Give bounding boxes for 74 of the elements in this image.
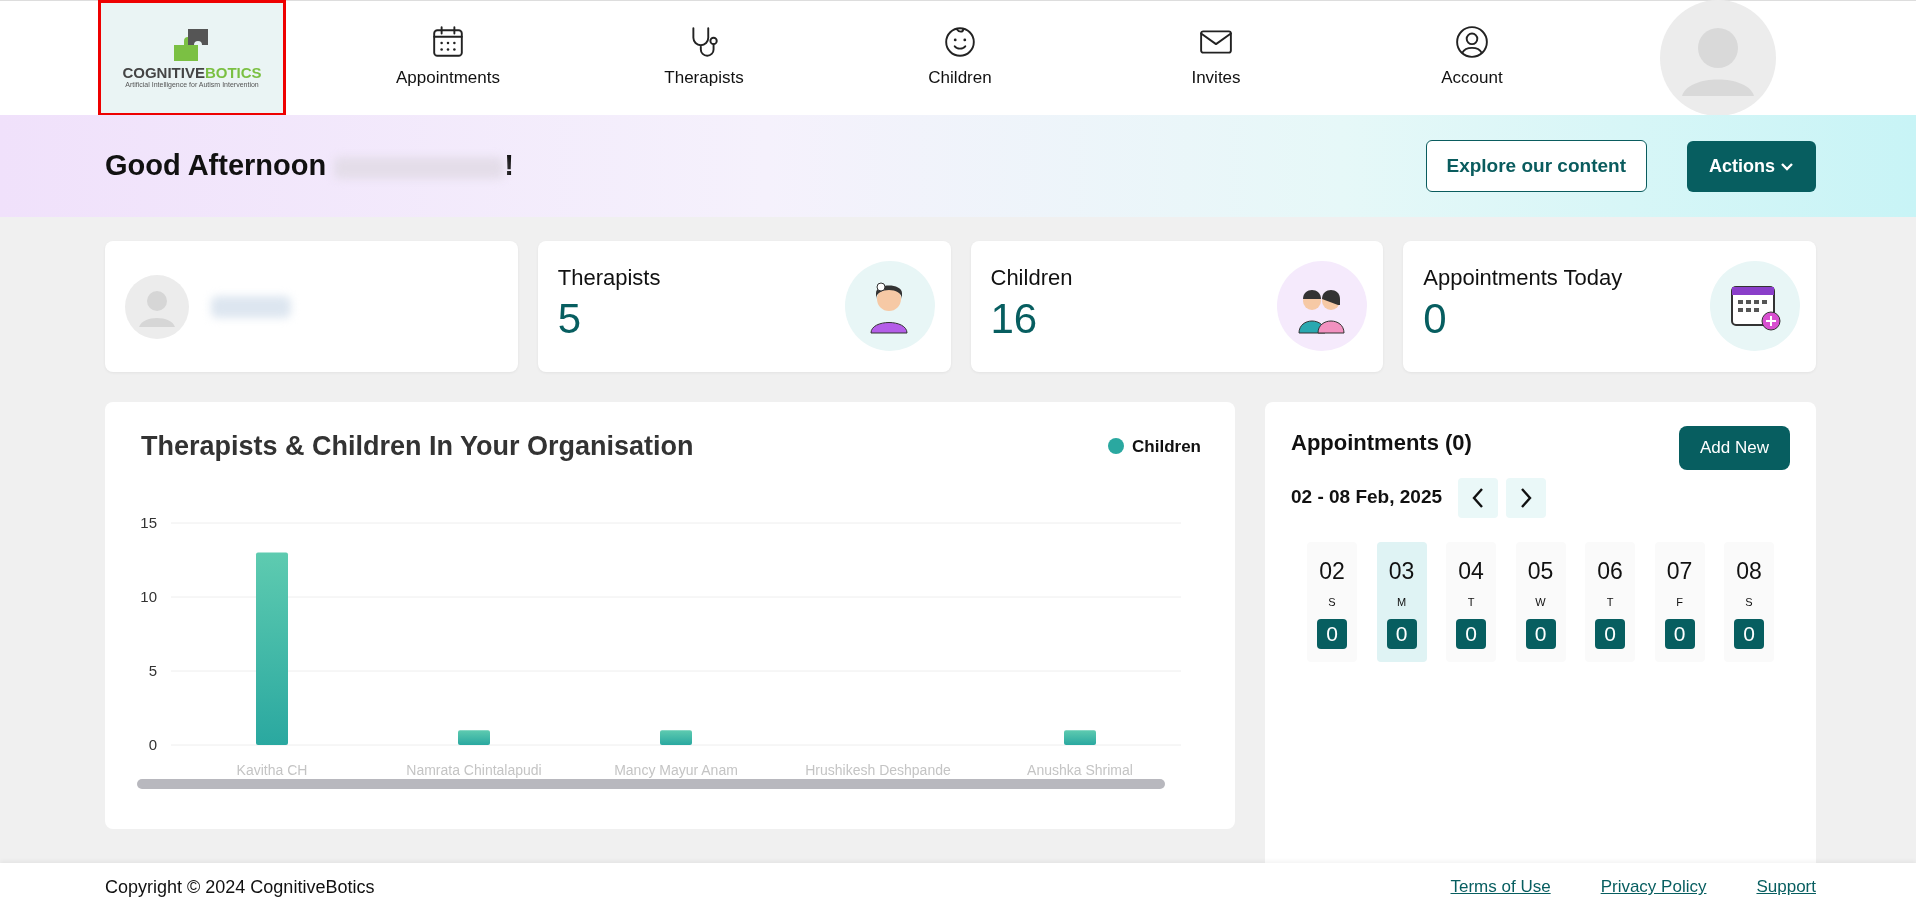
bar [660,729,692,745]
count-badge: 0 [1525,618,1556,649]
day-date: 08 [1736,556,1762,586]
day-date: 07 [1666,556,1693,586]
legend-label: Children [1132,435,1201,458]
day-column[interactable]: 08 S 0 [1724,541,1774,662]
stat-label: Appointments Today [1423,264,1623,292]
day-date: 02 [1319,556,1345,586]
day-column[interactable]: 04 T 0 [1446,541,1496,662]
footer-link[interactable]: Terms of Use [1450,874,1551,900]
day-weekday: W [1535,595,1546,610]
baby-face-icon [943,25,977,60]
next-week-button[interactable] [1506,477,1547,518]
x-axis-label: Namrata Chintalapudi [406,761,542,778]
day-weekday: M [1396,595,1407,610]
nav-link[interactable]: Children [832,24,1088,92]
day-column[interactable]: 07 F 0 [1654,541,1705,662]
day-column[interactable]: 06 T 0 [1585,541,1635,662]
day-weekday: S [1745,595,1753,610]
date-range: 02 - 08 Feb, 2025 [1291,485,1443,510]
footer-link[interactable]: Support [1756,874,1816,900]
x-axis-label: Anushka Shrimal [1027,761,1133,778]
user-circle-icon [1455,25,1489,60]
y-tick-label: 0 [148,735,157,753]
nav-link[interactable]: Appointments [320,24,576,92]
day-weekday: T [1606,595,1614,610]
day-weekday: T [1467,595,1475,610]
count-badge: 0 [1386,618,1417,649]
previous-week-button[interactable] [1458,477,1499,518]
day-date: 06 [1597,556,1623,586]
x-axis-label: Kavitha CH [236,761,308,778]
count-badge: 0 [1734,618,1764,649]
calendar-icon [431,25,465,60]
footer-link[interactable]: Privacy Policy [1600,874,1707,900]
x-axis-label: Hrushikesh Deshpande [805,761,951,778]
logo-wordmark: COGNITIVEBOTICS [122,65,262,81]
add-new-button[interactable]: Add New [1679,426,1790,470]
chevron-left-icon [1471,486,1486,509]
bar [458,729,490,745]
nav-link[interactable]: Therapists [576,24,832,92]
count-badge: 0 [1595,618,1625,649]
y-tick-label: 10 [140,587,157,605]
copyright-text: Copyright © 2024 CognitiveBotics [105,875,375,899]
day-date: 04 [1458,556,1484,586]
nav-link[interactable]: Invites [1088,24,1344,92]
day-weekday: F [1676,595,1683,610]
explore-button[interactable]: Explore our content [1425,139,1647,193]
stat-label: Therapists [557,264,661,292]
y-tick-label: 5 [148,661,157,679]
day-date: 05 [1527,556,1554,586]
stat-value: 16 [990,294,1039,344]
appointments-title: Appointments (0) [1291,429,1472,457]
y-tick-label: 15 [140,513,157,531]
day-column[interactable]: 05 W 0 [1515,541,1566,662]
scrollbar[interactable] [137,778,1165,789]
greeting: Good Afternoon ! [105,148,514,184]
x-axis-label: Mancy Mayur Anam [614,761,738,778]
stat-value: 0 [1423,294,1448,344]
avatar [125,274,189,339]
count-badge: 0 [1664,618,1695,649]
stat-label: Children [990,264,1073,292]
chevron-right-icon [1519,486,1534,509]
day-weekday: S [1328,595,1336,610]
stat-value: 5 [557,294,583,344]
actions-button[interactable]: Actions [1686,140,1816,192]
day-date: 03 [1388,556,1415,586]
day-column[interactable]: 02 S 0 [1307,541,1357,662]
nav-link[interactable]: Account [1344,24,1600,92]
count-badge: 0 [1456,618,1486,649]
bar [1064,729,1096,745]
day-column[interactable]: 03 M 0 [1376,541,1427,662]
count-badge: 0 [1317,618,1347,649]
chevron-down-icon [1780,161,1794,172]
chart-title: Therapists & Children In Your Organisation [141,430,694,463]
